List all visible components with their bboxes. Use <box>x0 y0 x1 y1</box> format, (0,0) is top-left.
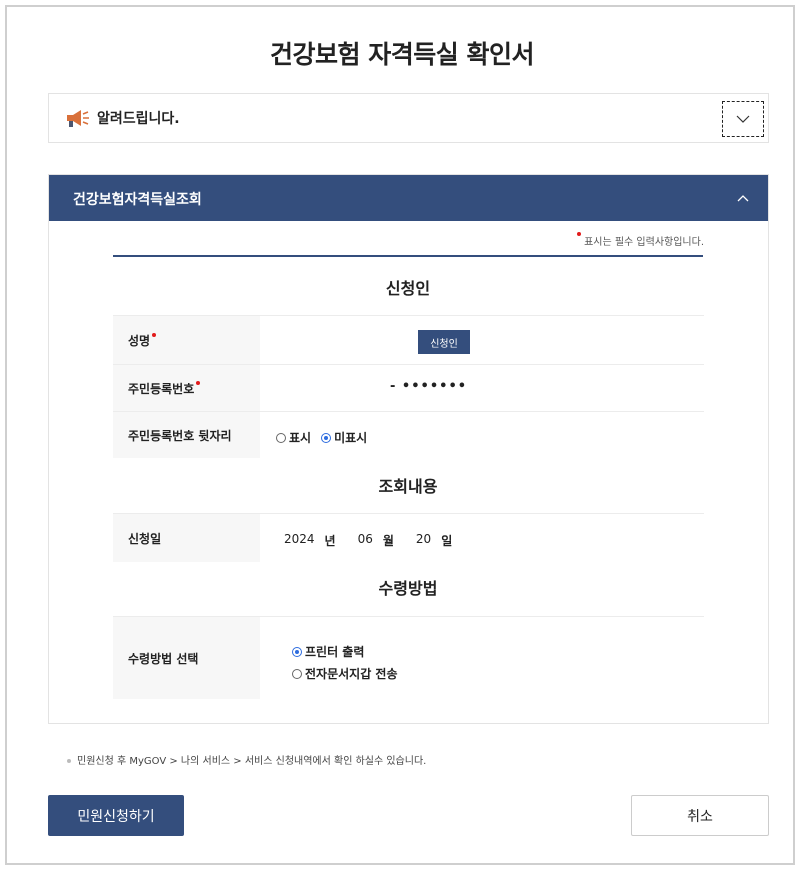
notice-label: 알려드립니다. <box>97 111 180 127</box>
day-value: 20 <box>415 532 432 546</box>
radio-show[interactable]: 표시 <box>276 429 311 446</box>
bullet-icon <box>67 759 71 763</box>
rrn-value: - ••••••• <box>260 365 704 411</box>
inquiry-panel: 건강보험자격득실조회 표시는 필수 입력사항입니다. 신청인 성명 신청인 주민… <box>48 174 769 724</box>
applicant-button[interactable]: 신청인 <box>418 330 470 354</box>
submit-button[interactable]: 민원신청하기 <box>48 795 184 836</box>
day-unit: 일 <box>441 534 453 548</box>
rrn-text: - ••••••• <box>390 379 468 394</box>
page-frame: 건강보험 자격득실 확인서 알려드립니다. 건강보험자격득실조회 표시는 필수 … <box>5 5 795 865</box>
row-name: 성명 신청인 <box>113 315 704 364</box>
rrn-back-value: 표시 미표시 <box>260 412 704 458</box>
name-value: 신청인 <box>260 316 704 364</box>
cancel-button[interactable]: 취소 <box>631 795 769 836</box>
chevron-up-icon <box>737 194 749 201</box>
radio-hide[interactable]: 미표시 <box>321 429 367 446</box>
receipt-label: 수령방법 선택 <box>113 617 260 699</box>
row-receipt: 수령방법 선택 프린터 출력 전자문서지갑 전송 <box>113 616 704 699</box>
panel-header: 건강보험자격득실조회 <box>49 175 768 221</box>
year-value: 2024 <box>284 532 315 546</box>
required-dot-icon <box>577 232 582 236</box>
page-title: 건강보험 자격득실 확인서 <box>270 40 534 69</box>
notice-expand-toggle[interactable] <box>722 101 764 137</box>
notice-bar: 알려드립니다. <box>48 93 769 143</box>
rrn-back-radio-group: 표시 미표시 <box>276 429 377 446</box>
year-unit: 년 <box>324 534 336 548</box>
date-value: 2024 년 06 월 20 일 <box>260 514 704 562</box>
row-date: 신청일 2024 년 06 월 20 일 <box>113 513 704 562</box>
radio-unchecked-icon <box>292 668 302 679</box>
panel-collapse-button[interactable] <box>728 183 758 213</box>
radio-unchecked-icon <box>276 432 286 443</box>
month-unit: 월 <box>382 534 394 548</box>
section-divider <box>113 255 703 257</box>
name-label: 성명 <box>113 316 260 364</box>
row-rrn-back: 주민등록번호 뒷자리 표시 미표시 <box>113 411 704 458</box>
row-rrn: 주민등록번호 - ••••••• <box>113 364 704 411</box>
chevron-down-icon <box>736 115 750 123</box>
required-dot-icon <box>196 381 201 385</box>
footnote: 민원신청 후 MyGOV > 나의 서비스 > 서비스 신청내역에서 확인 하실… <box>67 752 426 767</box>
radio-checked-icon <box>292 646 302 657</box>
rrn-back-label: 주민등록번호 뒷자리 <box>113 412 260 458</box>
section-title-receipt: 수령방법 <box>378 579 438 598</box>
radio-printer[interactable]: 프린터 출력 <box>292 643 364 660</box>
section-title-applicant: 신청인 <box>385 279 431 298</box>
megaphone-icon <box>65 107 91 129</box>
radio-e-wallet[interactable]: 전자문서지갑 전송 <box>292 665 398 682</box>
month-value: 06 <box>357 532 373 546</box>
rrn-label: 주민등록번호 <box>113 365 260 411</box>
panel-title: 건강보험자격득실조회 <box>73 192 202 208</box>
required-dot-icon <box>152 333 157 337</box>
date-display: 2024 년 06 월 20 일 <box>284 532 474 549</box>
section-title-inquiry: 조회내용 <box>378 477 438 496</box>
date-label: 신청일 <box>113 514 260 562</box>
required-note: 표시는 필수 입력사항입니다. <box>577 232 704 248</box>
receipt-radio-group: 프린터 출력 전자문서지갑 전송 <box>292 643 408 682</box>
radio-checked-icon <box>321 432 332 443</box>
receipt-value: 프린터 출력 전자문서지갑 전송 <box>260 617 704 699</box>
